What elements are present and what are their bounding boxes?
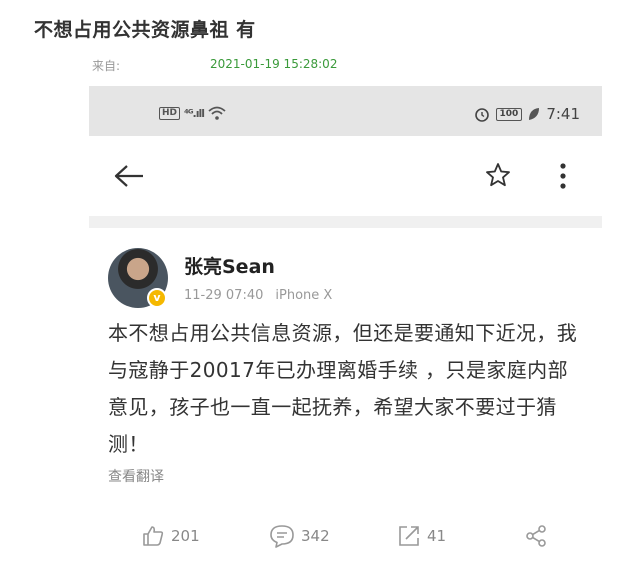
share-out-icon (399, 526, 419, 546)
clock: 7:41 (546, 105, 580, 123)
weibo-device: iPhone X (275, 288, 333, 303)
page-title: 不想占用公共资源鼻祖 有 (34, 19, 256, 41)
battery-indicator: 100 (495, 107, 523, 121)
status-right: 100 7:41 (474, 105, 580, 123)
status-bar: HD ⁴ᴳ.ıll 100 7:41 (89, 86, 602, 136)
share-button[interactable] (524, 524, 548, 548)
weibo-meta: 11-29 07:40 iPhone X (184, 288, 332, 303)
hd-badge: HD (159, 106, 181, 120)
translate-link[interactable]: 查看翻译 (108, 466, 164, 486)
like-button[interactable]: 201 (141, 524, 200, 548)
post-meta: 来自: 2021-01-19 15:28:02 (92, 57, 337, 74)
repost-button[interactable]: 41 (397, 524, 446, 548)
comment-button[interactable]: 342 (269, 524, 330, 548)
star-icon[interactable] (485, 162, 511, 188)
action-bar: 201 342 41 (89, 520, 602, 560)
username[interactable]: 张亮Sean (184, 252, 275, 279)
comment-icon (270, 525, 294, 548)
screenshot-frame: HD ⁴ᴳ.ıll 100 7:41 v 张亮Sean 11-29 07:40 … (89, 86, 602, 565)
thumbs-up-icon (143, 526, 164, 546)
arrow-left-icon[interactable] (113, 164, 145, 188)
share-nodes-icon (526, 525, 546, 547)
repost-count: 41 (427, 527, 447, 545)
wifi-icon (208, 106, 226, 120)
signal-icon: ⁴ᴳ.ıll (184, 106, 205, 120)
alarm-icon (474, 108, 489, 122)
like-count: 201 (171, 527, 200, 545)
app-bar (89, 136, 602, 216)
leaf-icon (529, 108, 540, 120)
comment-count: 342 (301, 527, 330, 545)
more-vertical-icon[interactable] (559, 162, 567, 190)
source-label: 来自: (92, 59, 121, 73)
verified-badge-icon: v (147, 288, 167, 308)
post-timestamp: 2021-01-19 15:28:02 (210, 57, 338, 71)
weibo-date: 11-29 07:40 (184, 288, 264, 303)
status-left: HD ⁴ᴳ.ıll (159, 106, 226, 120)
divider (89, 216, 602, 228)
weibo-content: 本不想占用公共信息资源，但还是要通知下近况，我与寇静于20017年已办理离婚手续… (108, 321, 578, 456)
